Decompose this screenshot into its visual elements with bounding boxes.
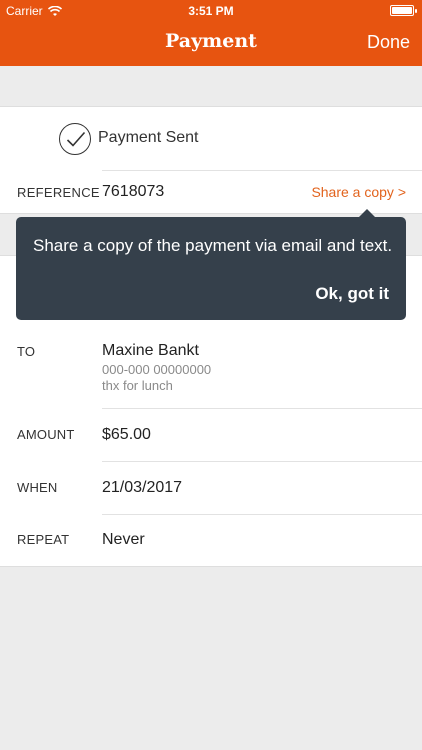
divider (102, 170, 422, 171)
reference-label: REFERENCE (17, 185, 100, 200)
when-row: WHEN 21/03/2017 (0, 462, 422, 514)
checkmark-icon (59, 123, 91, 155)
recipient-name: Maxine Bankt (102, 342, 199, 359)
repeat-label: REPEAT (17, 532, 70, 547)
tooltip-arrow (359, 209, 375, 217)
payment-note: thx for lunch (102, 378, 173, 393)
when-value: 21/03/2017 (102, 479, 183, 496)
ok-got-it-button[interactable]: Ok, got it (315, 284, 389, 304)
tooltip-message: Share a copy of the payment via email an… (33, 236, 393, 255)
repeat-value: Never (102, 531, 145, 548)
payment-summary-card: Payment Sent REFERENCE 7618073 Share a c… (0, 106, 422, 214)
to-label: TO (17, 344, 36, 359)
amount-row: AMOUNT $65.00 (0, 409, 422, 461)
share-copy-link[interactable]: Share a copy > (311, 184, 406, 200)
recipient-account: 000-000 00000000 (102, 362, 212, 377)
repeat-row: REPEAT Never (0, 515, 422, 567)
share-tooltip: Share a copy of the payment via email an… (16, 209, 406, 320)
when-label: WHEN (17, 480, 58, 495)
payment-status-row: Payment Sent (0, 107, 422, 170)
reference-value: 7618073 (102, 183, 165, 200)
navigation-bar: Carrier 3:51 PM Payment Done (0, 0, 422, 66)
page-title: Payment (165, 30, 257, 52)
status-bar: Carrier 3:51 PM (0, 0, 422, 22)
amount-label: AMOUNT (17, 427, 75, 442)
amount-value: $65.00 (102, 426, 151, 443)
payment-status-text: Payment Sent (98, 129, 199, 146)
battery-icon (390, 5, 417, 16)
done-button[interactable]: Done (367, 32, 410, 53)
status-time: 3:51 PM (188, 4, 234, 18)
